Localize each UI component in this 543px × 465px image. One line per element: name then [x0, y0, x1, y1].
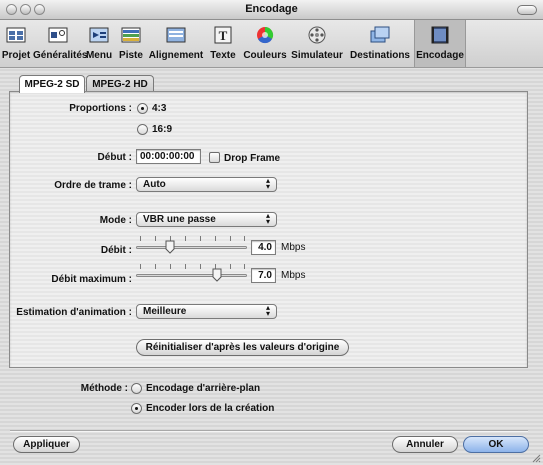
estimation-value: Meilleure: [143, 306, 187, 317]
drop-frame-checkbox[interactable]: [209, 152, 220, 163]
radio-background-encoding[interactable]: [131, 383, 142, 394]
drop-frame-label: Drop Frame: [224, 153, 281, 164]
popup-arrows-icon: ▴ ▾: [265, 176, 270, 191]
destinations-icon: [370, 26, 390, 43]
debit-max-slider-thumb[interactable]: [212, 268, 222, 282]
estimation-popup[interactable]: Meilleure ▴ ▾: [136, 304, 277, 319]
popup-arrows-icon: ▴ ▾: [265, 211, 270, 226]
toolbar-item-alignement[interactable]: Alignement: [148, 20, 204, 67]
text-icon: T: [214, 26, 232, 44]
debut-timecode-field[interactable]: 00:00:00:00: [136, 149, 201, 164]
mode-label: Mode :: [99, 215, 132, 226]
track-icon: [121, 27, 141, 43]
ordre-trame-value: Auto: [143, 179, 166, 190]
ordre-trame-label: Ordre de trame :: [54, 180, 132, 191]
debit-max-slider[interactable]: [136, 264, 247, 284]
radio-4-3-label: 4:3: [152, 103, 167, 114]
toolbar-item-generalites[interactable]: Généralités: [33, 20, 87, 67]
debit-max-label: Débit maximum :: [51, 274, 132, 285]
toolbar-item-texte[interactable]: T Texte: [206, 20, 240, 67]
tab-mpeg2-sd[interactable]: MPEG-2 SD: [19, 75, 85, 93]
popup-arrows-icon: ▴ ▾: [265, 303, 270, 318]
debit-value-field[interactable]: 4.0: [251, 240, 276, 255]
menu-icon: [89, 27, 109, 43]
radio-16-9[interactable]: [137, 124, 148, 135]
general-icon: [48, 27, 67, 43]
toolbar: Projet Généralités Menu Piste Alignement: [0, 20, 543, 68]
toolbar-item-simulateur[interactable]: Simulateur: [289, 20, 345, 67]
debut-label: Début :: [97, 152, 132, 163]
mode-popup[interactable]: VBR une passe ▴ ▾: [136, 212, 277, 227]
toolbar-item-encodage[interactable]: Encodage: [414, 20, 466, 67]
radio-background-encoding-label: Encodage d'arrière-plan: [146, 383, 261, 394]
svg-text:T: T: [219, 28, 228, 43]
ok-button[interactable]: OK: [463, 436, 529, 453]
debit-max-unit: Mbps: [281, 270, 306, 281]
debit-slider[interactable]: [136, 236, 247, 256]
debit-unit: Mbps: [281, 242, 306, 253]
title-bar: Encodage: [0, 0, 543, 20]
project-icon: [6, 27, 26, 43]
toolbar-item-couleurs[interactable]: Couleurs: [242, 20, 288, 67]
debit-label: Débit :: [100, 245, 132, 256]
radio-encode-on-build[interactable]: [131, 403, 142, 414]
apply-button[interactable]: Appliquer: [13, 436, 80, 453]
proportions-label: Proportions :: [69, 103, 132, 114]
toolbar-toggle-button[interactable]: [517, 5, 537, 15]
tab-mpeg2-hd[interactable]: MPEG-2 HD: [86, 75, 154, 92]
radio-encode-on-build-label: Encoder lors de la création: [146, 403, 275, 414]
debit-slider-thumb[interactable]: [165, 240, 175, 254]
window-title: Encodage: [245, 3, 298, 15]
colors-icon: [257, 26, 274, 44]
simulator-icon: [308, 26, 326, 44]
footer-divider: [10, 430, 528, 432]
radio-4-3[interactable]: [137, 103, 148, 114]
alignment-icon: [166, 27, 186, 43]
toolbar-item-menu[interactable]: Menu: [84, 20, 114, 67]
settings-panel: [9, 91, 528, 368]
ordre-trame-popup[interactable]: Auto ▴ ▾: [136, 177, 277, 192]
radio-16-9-label: 16:9: [152, 124, 173, 135]
mode-value: VBR une passe: [143, 214, 216, 225]
estimation-label: Estimation d'animation :: [16, 307, 132, 318]
toolbar-item-piste[interactable]: Piste: [116, 20, 146, 67]
debit-max-value-field[interactable]: 7.0: [251, 268, 276, 283]
toolbar-item-projet[interactable]: Projet: [0, 20, 32, 67]
methode-label: Méthode :: [80, 383, 128, 394]
toolbar-item-destinations[interactable]: Destinations: [347, 20, 413, 67]
resize-grip-icon[interactable]: [531, 453, 541, 463]
cancel-button[interactable]: Annuler: [392, 436, 458, 453]
reset-defaults-button[interactable]: Réinitialiser d'après les valeurs d'orig…: [136, 339, 349, 356]
encoding-icon: [431, 26, 449, 44]
